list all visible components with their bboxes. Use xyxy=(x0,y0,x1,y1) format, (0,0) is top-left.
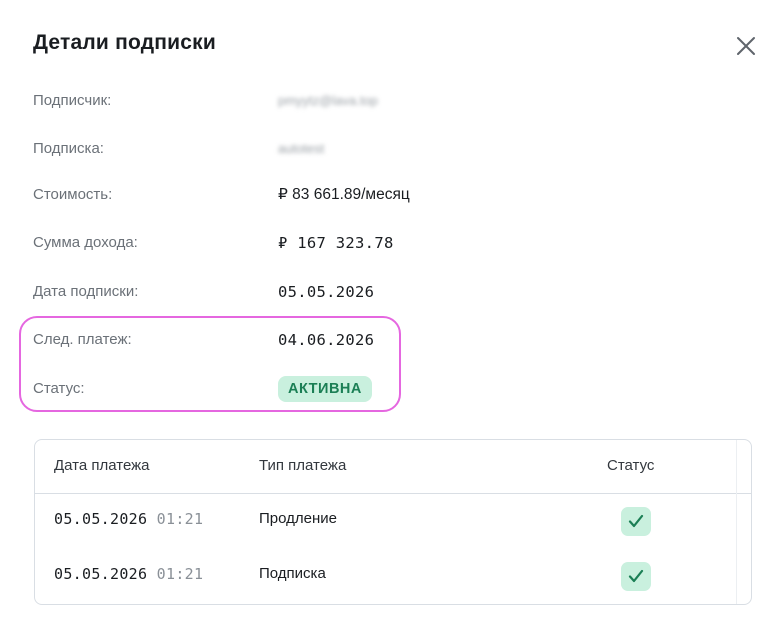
payment-time: 01:21 xyxy=(156,510,204,528)
next-payment-label: След. платеж: xyxy=(33,331,132,348)
payment-type-cell: Продление xyxy=(259,510,337,527)
detail-row-income: Сумма дохода: ₽ 167 323.78 xyxy=(33,231,633,255)
status-value: АКТИВНА xyxy=(278,376,372,402)
subscriber-value: pmyytz@lava.top xyxy=(278,93,378,108)
detail-row-subscription-date: Дата подписки: 05.05.2026 xyxy=(33,280,633,304)
detail-row-next-payment: След. платеж: 04.06.2026 xyxy=(33,328,633,352)
income-label: Сумма дохода: xyxy=(33,234,138,251)
header-payment-date: Дата платежа xyxy=(54,457,150,474)
payment-type-cell: Подписка xyxy=(259,565,326,582)
price-value: ₽ 83 661.89/месяц xyxy=(278,186,410,203)
detail-row-status: Статус: АКТИВНА xyxy=(33,376,633,402)
subscription-date-label: Дата подписки: xyxy=(33,283,139,300)
header-payment-type: Тип платежа xyxy=(259,457,347,474)
check-icon xyxy=(621,507,651,536)
subscription-label: Подписка: xyxy=(33,140,104,157)
detail-row-price: Стоимость: ₽ 83 661.89/месяц xyxy=(33,183,633,207)
detail-row-subscriber: Подписчик: pmyytz@lava.top xyxy=(33,89,633,113)
payment-date: 05.05.2026 xyxy=(54,565,148,583)
subscription-details-dialog: Детали подписки Подписчик: pmyytz@lava.t… xyxy=(0,0,782,642)
table-row: 05.05.2026 01:21 Продление xyxy=(35,494,751,550)
price-label: Стоимость: xyxy=(33,186,113,203)
status-badge: АКТИВНА xyxy=(278,376,372,402)
payment-time: 01:21 xyxy=(156,565,204,583)
payment-date: 05.05.2026 xyxy=(54,510,148,528)
close-icon[interactable] xyxy=(734,34,758,58)
payments-table: Дата платежа Тип платежа Статус 05.05.20… xyxy=(34,439,752,605)
header-status: Статус xyxy=(607,457,655,474)
table-row: 05.05.2026 01:21 Подписка xyxy=(35,549,751,604)
payment-date-cell: 05.05.2026 01:21 xyxy=(54,565,203,583)
payment-date-cell: 05.05.2026 01:21 xyxy=(54,510,203,528)
next-payment-value: 04.06.2026 xyxy=(278,331,375,349)
subscription-value: autotest xyxy=(278,141,325,156)
subscription-date-value: 05.05.2026 xyxy=(278,283,375,301)
status-label: Статус: xyxy=(33,380,85,397)
check-icon xyxy=(621,562,651,591)
dialog-title: Детали подписки xyxy=(33,31,216,54)
subscriber-label: Подписчик: xyxy=(33,92,112,109)
table-header: Дата платежа Тип платежа Статус xyxy=(35,440,751,494)
detail-row-subscription: Подписка: autotest xyxy=(33,137,633,161)
income-value: ₽ 167 323.78 xyxy=(278,234,394,252)
